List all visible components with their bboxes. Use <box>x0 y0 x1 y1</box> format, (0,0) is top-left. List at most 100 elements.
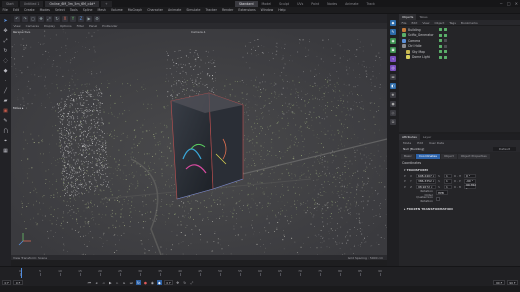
menu-render[interactable]: Render <box>219 8 235 12</box>
visibility-dot-icon[interactable] <box>444 28 447 32</box>
workplane-icon[interactable]: ▦ <box>2 147 9 154</box>
cube-icon[interactable]: ◆ <box>2 67 9 74</box>
next-frame-icon[interactable]: ▹ <box>115 280 120 285</box>
snap-icon[interactable]: ⌖ <box>2 137 9 144</box>
visibility-dot-icon[interactable] <box>444 44 447 48</box>
field-icon[interactable]: ◎ <box>390 65 396 71</box>
prev-frame-icon[interactable]: ◃ <box>101 280 106 285</box>
viewport-menu-options[interactable]: Options <box>58 24 75 28</box>
autokey-icon[interactable]: ◉ <box>150 280 155 285</box>
menu-mesh[interactable]: Mesh <box>95 8 108 12</box>
object-name[interactable]: Camera <box>408 39 420 43</box>
edit-menu[interactable]: Edit <box>415 141 425 145</box>
edges-mode-icon[interactable]: ╱ <box>2 87 9 94</box>
preset-dropdown[interactable]: Default <box>493 147 516 151</box>
xref-icon[interactable]: ⧉ <box>390 119 396 125</box>
maximize-icon[interactable]: □ <box>507 1 511 6</box>
viewport-menu-cameras[interactable]: Cameras <box>23 24 41 28</box>
quaternion-checkbox[interactable] <box>436 196 440 201</box>
viewport-menu-view[interactable]: View <box>11 24 23 28</box>
close-icon[interactable]: ✕ <box>515 1 518 6</box>
scale-field[interactable]: 1 <box>444 179 452 184</box>
record-icon[interactable]: ● <box>143 280 148 285</box>
visibility-dot-icon[interactable] <box>439 39 442 43</box>
object-menu-view[interactable]: View <box>420 21 432 25</box>
menu-simulate[interactable]: Simulate <box>184 8 203 12</box>
cursor-icon[interactable]: ➤ <box>2 17 9 24</box>
cube-primitive-icon[interactable]: ◆ <box>390 20 396 26</box>
generator-icon[interactable]: ◉ <box>390 38 396 44</box>
brush-icon[interactable]: ✎ <box>2 117 9 124</box>
menu-character[interactable]: Character <box>145 8 166 12</box>
visibility-dot-icon[interactable] <box>444 39 447 43</box>
magnet-icon[interactable]: ⋂ <box>2 127 9 134</box>
menu-edit[interactable]: Edit <box>10 8 21 12</box>
undo-icon[interactable]: ↶ <box>14 15 20 22</box>
3d-viewport[interactable]: Perspective Camera.1 Move ▸ <box>11 29 387 255</box>
subtab-object-properties[interactable]: Object Properties <box>457 153 490 159</box>
document-tab-start[interactable]: Start <box>2 0 18 7</box>
menu-create[interactable]: Create <box>22 8 38 12</box>
menu-select[interactable]: Select <box>52 8 67 12</box>
next-key-icon[interactable]: ▸ <box>122 280 127 285</box>
layout-nodes[interactable]: Nodes <box>323 2 341 6</box>
move-icon[interactable]: ✥ <box>38 15 44 22</box>
visibility-dot-icon[interactable] <box>444 33 447 37</box>
position-field[interactable]: 386.3352 c <box>416 179 436 184</box>
key-scale-icon[interactable]: ⤢ <box>189 280 194 285</box>
minimize-icon[interactable]: − <box>500 1 503 6</box>
viewport-menu-filter[interactable]: Filter <box>74 24 86 28</box>
subtab-coordinates[interactable]: Coordinates <box>415 153 440 159</box>
rotate-tool-icon[interactable]: ↻ <box>2 47 9 54</box>
scale-icon[interactable]: ⤢ <box>46 15 52 22</box>
menu-window[interactable]: Window <box>258 8 276 12</box>
keyframe-icon[interactable]: ◆ <box>156 280 162 285</box>
menu-volume[interactable]: Volume <box>108 8 125 12</box>
render-icon[interactable]: ▶ <box>86 15 92 22</box>
menu-extensions[interactable]: Extensions <box>236 8 258 12</box>
visibility-dot-icon[interactable] <box>439 55 442 59</box>
object-name[interactable]: Dome Light <box>412 55 430 59</box>
tag-icon[interactable]: ◇ <box>390 110 396 116</box>
layout-paint[interactable]: Paint <box>307 2 323 6</box>
user-data-menu[interactable]: User Data <box>427 141 446 145</box>
visibility-dot-icon[interactable] <box>444 55 447 59</box>
rotate-icon[interactable]: ↻ <box>54 15 60 22</box>
scale-field[interactable]: 1 <box>444 173 452 178</box>
subtab-basic[interactable]: Basic <box>401 153 415 159</box>
new-tab-button[interactable]: + <box>100 0 112 7</box>
tab-takes[interactable]: Takes <box>416 14 430 20</box>
material-icon[interactable]: ● <box>390 101 396 107</box>
menu-mograph[interactable]: MoGraph <box>125 8 144 12</box>
play-icon[interactable]: ▶ <box>108 280 113 285</box>
camera-icon[interactable]: ◧ <box>390 83 396 89</box>
loop-icon[interactable]: ↻ <box>135 280 141 285</box>
menu-animate[interactable]: Animate <box>166 8 184 12</box>
axis-x-icon[interactable]: X <box>62 15 68 22</box>
object-menu-bookmarks[interactable]: Bookmarks <box>458 21 480 25</box>
goto-end-icon[interactable]: ⏭ <box>129 280 134 285</box>
rotation-field[interactable]: 0 ° <box>464 173 476 178</box>
viewport-menu-prorender[interactable]: ProRender <box>100 24 120 28</box>
subtab-object[interactable]: Object <box>440 153 457 159</box>
deformer-icon[interactable]: ⌁ <box>390 56 396 62</box>
tab-objects[interactable]: Objects <box>399 14 417 20</box>
points-mode-icon[interactable]: · <box>2 77 9 84</box>
goto-start-icon[interactable]: ⏮ <box>87 280 92 285</box>
rotation-order-select[interactable]: HPB <box>436 190 448 195</box>
object-row[interactable]: Dome Light <box>399 55 520 61</box>
axis-z-icon[interactable]: Z <box>78 15 84 22</box>
tab-attributes[interactable]: Attributes <box>399 134 420 140</box>
menu-help[interactable]: Help <box>276 8 288 12</box>
subdivision-icon[interactable]: ▣ <box>390 47 396 53</box>
prev-key-icon[interactable]: ◂ <box>94 280 99 285</box>
camera-name[interactable]: Camera.1 <box>191 30 206 34</box>
document-tab-active[interactable]: Online_6M_3m_5m_6M_c4d* <box>45 0 99 7</box>
tab-layer[interactable]: Layer <box>420 134 434 140</box>
axis-y-icon[interactable]: Y <box>70 15 76 22</box>
visibility-dot-icon[interactable] <box>439 50 442 54</box>
object-menu-edit[interactable]: Edit <box>409 21 420 25</box>
pen-spline-icon[interactable]: ✎ <box>390 29 396 35</box>
viewport-menu-panel[interactable]: Panel <box>87 24 100 28</box>
document-tab-untitled[interactable]: Untitled 1 <box>19 0 44 7</box>
